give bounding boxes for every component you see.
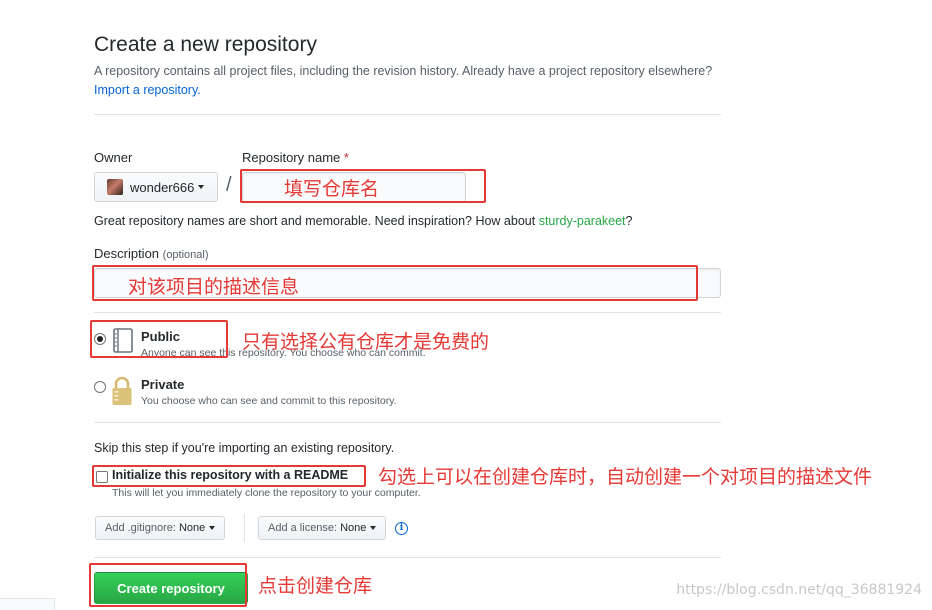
import-repository-link[interactable]: Import a repository. [94,83,201,97]
button-separator [244,514,245,542]
divider [94,312,721,313]
gitignore-dropdown[interactable]: Add .gitignore: None [95,516,226,540]
divider [94,114,721,115]
owner-dropdown[interactable]: wonder666 [94,172,218,202]
annotation-box-readme [92,465,366,487]
owner-repo-separator: / [226,174,232,196]
license-dropdown[interactable]: Add a license: None [258,516,387,540]
divider [94,557,721,558]
owner-label: Owner [94,150,133,165]
description-label: Description (optional) [94,246,209,261]
lock-icon [111,376,133,411]
hint-suffix: ? [625,214,633,228]
annotation-description: 对该项目的描述信息 [128,276,300,298]
description-label-text: Description [94,246,160,261]
watermark: https://blog.csdn.net/qq_36881924 [676,582,922,598]
private-note: You choose who can see and commit to thi… [141,395,397,407]
chevron-down-icon [198,185,205,189]
optional-tag: (optional) [162,249,209,261]
page-edge [0,598,55,610]
chevron-down-icon [370,526,377,530]
private-title: Private [141,377,185,392]
repo-name-label-text: Repository name [242,150,341,165]
skip-step-note: Skip this step if you're importing an ex… [94,441,395,455]
name-suggestion-link[interactable]: sturdy-parakeet [539,214,626,228]
chevron-down-icon [209,526,216,530]
private-radio[interactable] [94,381,106,393]
annotation-readme: 勾选上可以在创建仓库时，自动创建一个对项目的描述文件 [378,466,873,488]
divider [94,422,721,423]
annotation-public: 只有选择公有仓库才是免费的 [242,331,490,353]
page-title: Create a new repository [94,33,317,56]
annotation-box-submit [89,563,247,607]
license-label: Add a license: [268,522,338,534]
required-mark: * [343,150,349,165]
subtitle-text: A repository contains all project files,… [94,64,713,78]
repo-name-hint: Great repository names are short and mem… [94,214,633,228]
readme-note: This will let you immediately clone the … [112,487,421,499]
annotation-box-public [90,320,228,358]
page-subtitle: A repository contains all project files,… [94,62,714,100]
gitignore-value: None [178,522,206,534]
owner-name: wonder666 [130,179,195,195]
repo-name-label: Repository name * [242,150,349,165]
annotation-repo-name: 填写仓库名 [284,178,380,200]
info-icon[interactable]: i [395,522,408,535]
gitignore-label: Add .gitignore: [105,522,176,534]
annotation-submit: 点击创建仓库 [258,575,373,597]
avatar [107,179,123,195]
license-value: None [340,522,367,534]
repo-name-hint-text: Great repository names are short and mem… [94,214,536,228]
